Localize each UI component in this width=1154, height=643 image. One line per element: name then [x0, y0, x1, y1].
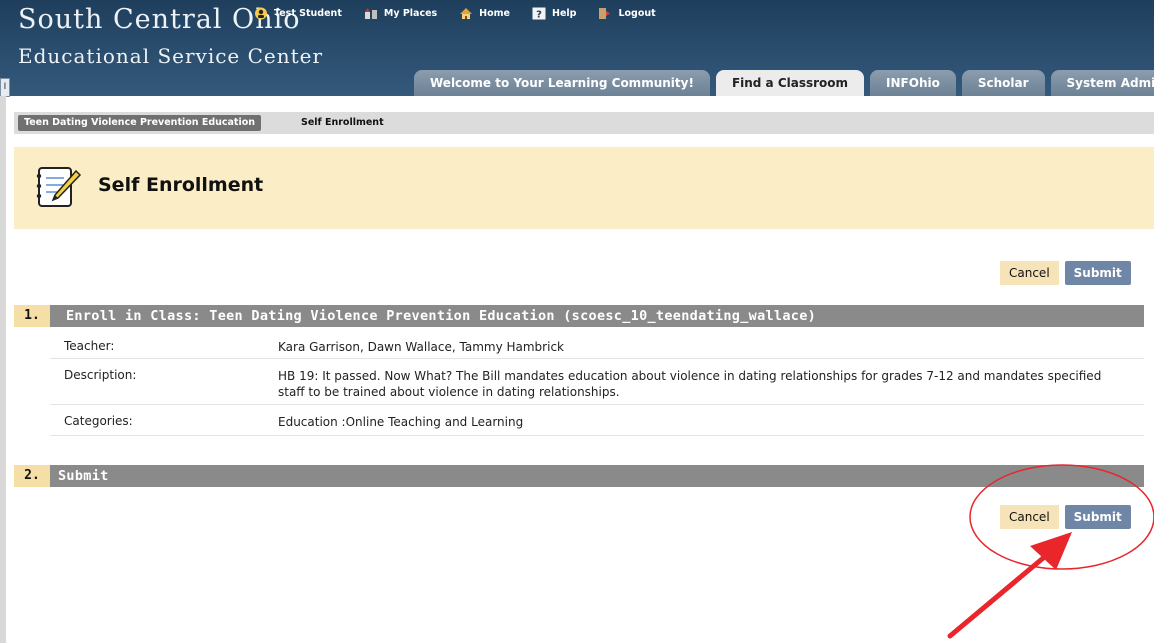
top-nav: Test Student My Places Home ? Help Logou…	[254, 0, 678, 26]
step-2-header: 2. Submit	[14, 465, 1144, 487]
step-1-header: 1. Enroll in Class: Teen Dating Violence…	[14, 305, 1144, 327]
row-value: Education :Online Teaching and Learning	[278, 415, 524, 429]
left-edge-divider	[0, 96, 6, 643]
tab-system-admin[interactable]: System Admin	[1050, 70, 1154, 96]
tab-infohio[interactable]: INFOhio	[870, 70, 956, 96]
nav-label: My Places	[383, 7, 438, 19]
tab-find-a-classroom[interactable]: Find a Classroom	[715, 70, 865, 96]
row-label: Description:	[64, 368, 137, 382]
top-button-row: Cancel Submit	[1000, 261, 1131, 285]
detail-row-description: Description: HB 19: It passed. Now What?…	[50, 359, 1144, 405]
home-icon	[460, 7, 473, 19]
nav-my-places[interactable]: My Places	[364, 7, 437, 20]
detail-row-categories: Categories: Education :Online Teaching a…	[50, 405, 1144, 436]
row-label: Categories:	[64, 414, 133, 428]
logout-icon	[599, 7, 611, 19]
tab-welcome[interactable]: Welcome to Your Learning Community!	[414, 70, 710, 96]
cancel-button-bottom[interactable]: Cancel	[1000, 505, 1059, 529]
annotation-arrow	[947, 532, 1072, 639]
nav-home[interactable]: Home	[459, 7, 510, 20]
breadcrumb-course-link[interactable]: Teen Dating Violence Prevention Educatio…	[18, 115, 262, 131]
notepad-pencil-icon	[36, 167, 82, 207]
breadcrumb-current: Self Enrollment	[301, 117, 384, 128]
nav-label: Test Student	[274, 7, 342, 19]
tab-scholar[interactable]: Scholar	[961, 70, 1045, 96]
main-tabs: Welcome to Your Learning Community! Find…	[414, 70, 1154, 96]
svg-text:?: ?	[536, 9, 542, 20]
site-header: South Central Ohio Educational Service C…	[0, 0, 1154, 96]
nav-label: Home	[479, 7, 510, 19]
submit-button-top[interactable]: Submit	[1064, 261, 1131, 285]
row-value: HB 19: It passed. Now What? The Bill man…	[278, 369, 1102, 399]
nav-logout[interactable]: Logout	[598, 7, 656, 20]
nav-label: Help	[552, 7, 577, 19]
step-1-title: Enroll in Class: Teen Dating Violence Pr…	[66, 308, 817, 324]
page-title-band: Self Enrollment	[14, 147, 1154, 229]
step-2-number: 2.	[14, 465, 50, 487]
nav-test-student[interactable]: Test Student	[254, 7, 342, 20]
submit-button-bottom[interactable]: Submit	[1064, 505, 1131, 529]
step-1-number: 1.	[14, 305, 50, 327]
cancel-button-top[interactable]: Cancel	[1000, 261, 1059, 285]
row-label: Teacher:	[64, 339, 115, 353]
detail-row-teacher: Teacher: Kara Garrison, Dawn Wallace, Ta…	[50, 330, 1144, 359]
places-icon	[364, 7, 377, 19]
user-icon	[255, 7, 267, 19]
breadcrumb: Teen Dating Violence Prevention Educatio…	[14, 112, 1154, 134]
bottom-button-row: Cancel Submit	[1000, 505, 1131, 529]
nav-help[interactable]: ? Help	[532, 7, 576, 20]
nav-label: Logout	[618, 7, 656, 19]
logo-line-2: Educational Service Center	[18, 44, 324, 68]
help-icon: ?	[532, 7, 546, 20]
row-value: Kara Garrison, Dawn Wallace, Tammy Hambr…	[278, 340, 564, 354]
page-title: Self Enrollment	[98, 174, 264, 196]
sidebar-toggle-handle[interactable]: I	[0, 78, 10, 97]
step-2-title: Submit	[58, 468, 109, 484]
